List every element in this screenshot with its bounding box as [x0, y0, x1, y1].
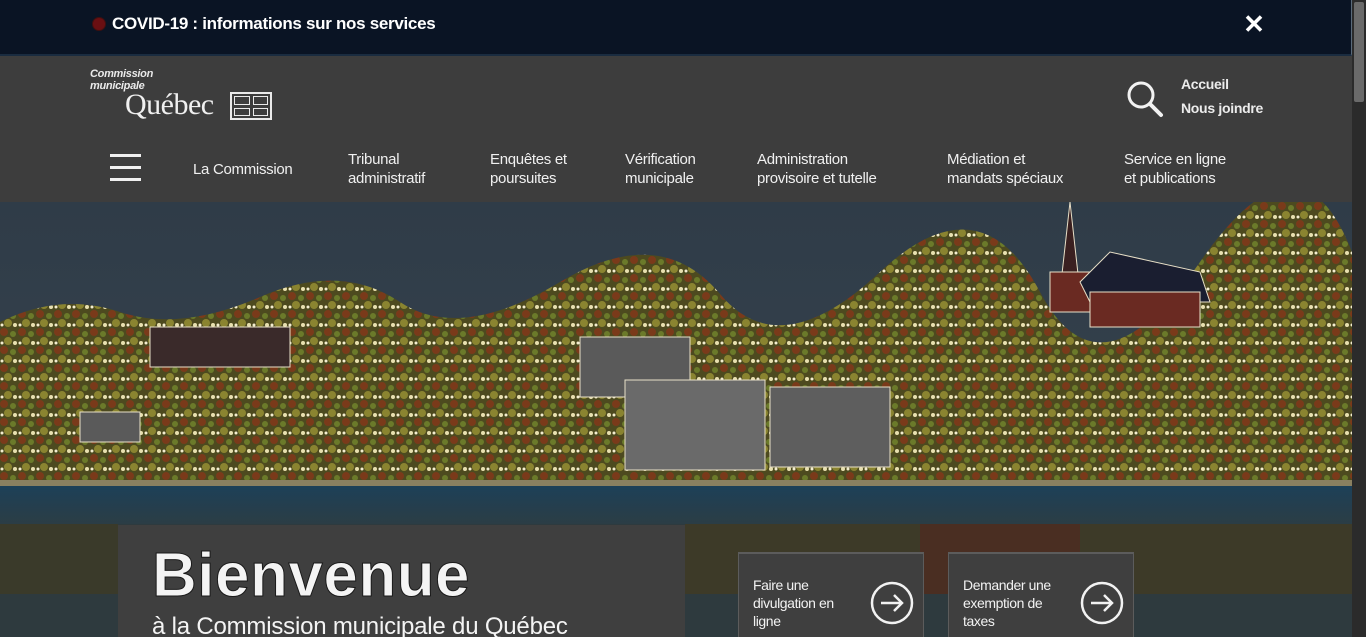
alert-icon	[92, 17, 106, 31]
nav-enquetes-poursuites[interactable]: Enquêtes et poursuites	[490, 150, 567, 188]
arrow-right-icon	[1080, 581, 1124, 625]
menu-icon[interactable]	[110, 154, 141, 182]
site-header: Commission municipale Québec Accueil Nou…	[0, 56, 1352, 202]
nav-service-en-ligne[interactable]: Service en ligne et publications	[1124, 150, 1226, 188]
covid-alert-banner[interactable]: COVID-19 : informations sur nos services…	[0, 0, 1352, 56]
tax-exemption-button[interactable]: Demander une exemption de taxes	[948, 552, 1134, 637]
page-title: Bienvenue	[151, 541, 471, 611]
nav-administration-provisoire[interactable]: Administration provisoire et tutelle	[757, 150, 877, 188]
action-label: Demander une exemption de taxes	[963, 577, 1051, 629]
arrow-right-icon	[870, 581, 914, 625]
page: COVID-19 : informations sur nos services…	[0, 0, 1366, 637]
page-scrollbar[interactable]	[1352, 0, 1366, 637]
scrollbar-thumb[interactable]	[1354, 2, 1364, 102]
nav-verification-municipale[interactable]: Vérification municipale	[625, 150, 696, 188]
page-subtitle: à la Commission municipale du Québec	[152, 613, 568, 637]
home-link[interactable]: Accueil	[1181, 76, 1229, 92]
action-label: Faire une divulgation en ligne	[753, 577, 834, 629]
logo-wordmark: Québec	[125, 88, 214, 121]
search-icon	[1127, 81, 1163, 117]
site-logo[interactable]: Commission municipale Québec	[90, 68, 280, 128]
close-icon[interactable]: ✕	[1240, 8, 1268, 40]
quebec-flag-icon	[230, 92, 272, 120]
nav-la-commission[interactable]: La Commission	[193, 160, 293, 179]
search-button[interactable]	[1124, 78, 1164, 118]
alert-text[interactable]: COVID-19 : informations sur nos services	[112, 14, 436, 34]
contact-link[interactable]: Nous joindre	[1181, 100, 1263, 116]
logo-line-1: Commission	[90, 68, 154, 80]
nav-mediation-mandats[interactable]: Médiation et mandats spéciaux	[947, 150, 1063, 188]
nav-tribunal-administratif[interactable]: Tribunal administratif	[348, 150, 425, 188]
online-disclosure-button[interactable]: Faire une divulgation en ligne	[738, 552, 924, 637]
